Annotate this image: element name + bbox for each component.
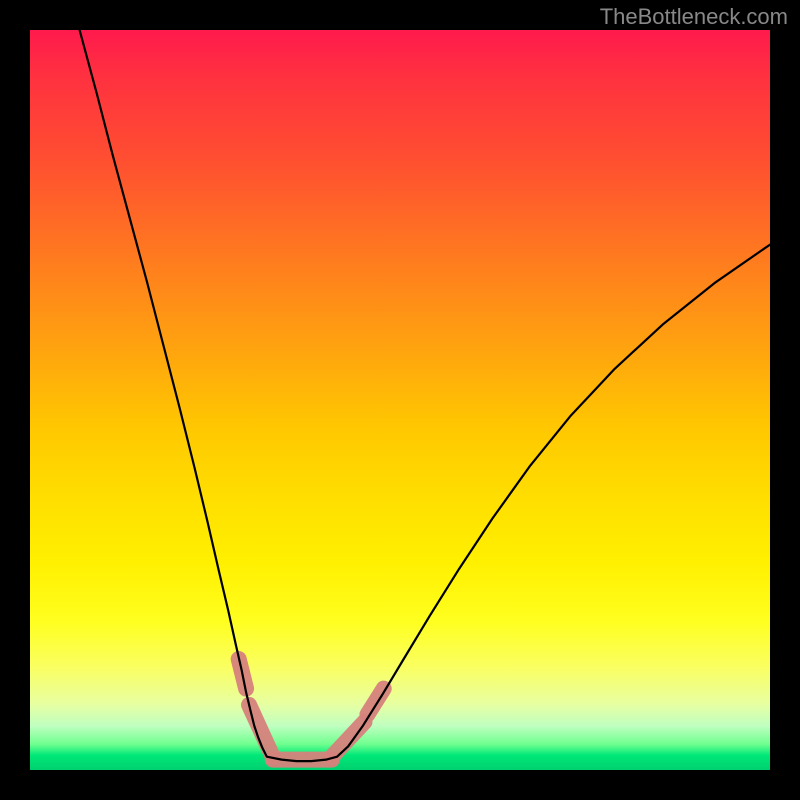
highlight-segment [332, 722, 365, 757]
chart-frame: TheBottleneck.com [0, 0, 800, 800]
highlight-segment [367, 689, 383, 715]
watermark-label: TheBottleneck.com [600, 4, 788, 30]
plot-area [30, 30, 770, 770]
bottleneck-curve [80, 30, 770, 761]
highlight-segment [249, 705, 273, 757]
plot-svg [30, 30, 770, 770]
